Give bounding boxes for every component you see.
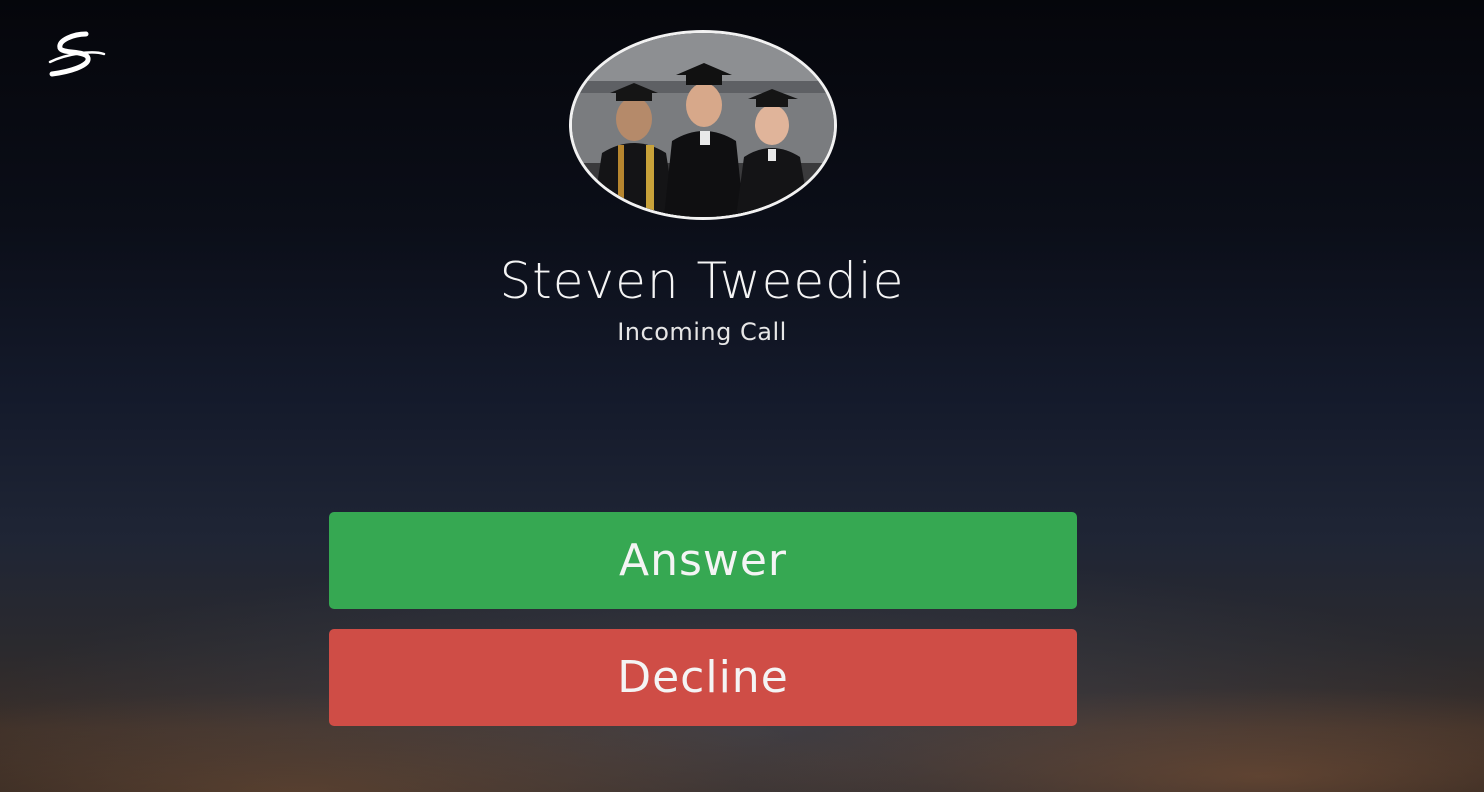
- answer-button[interactable]: Answer: [329, 512, 1077, 609]
- caller-avatar: [569, 30, 837, 220]
- decline-button[interactable]: Decline: [329, 629, 1077, 726]
- s-swoosh-logo-icon: [46, 28, 108, 80]
- call-status: Incoming Call: [617, 318, 787, 346]
- caller-name: Steven Tweedie: [499, 252, 905, 310]
